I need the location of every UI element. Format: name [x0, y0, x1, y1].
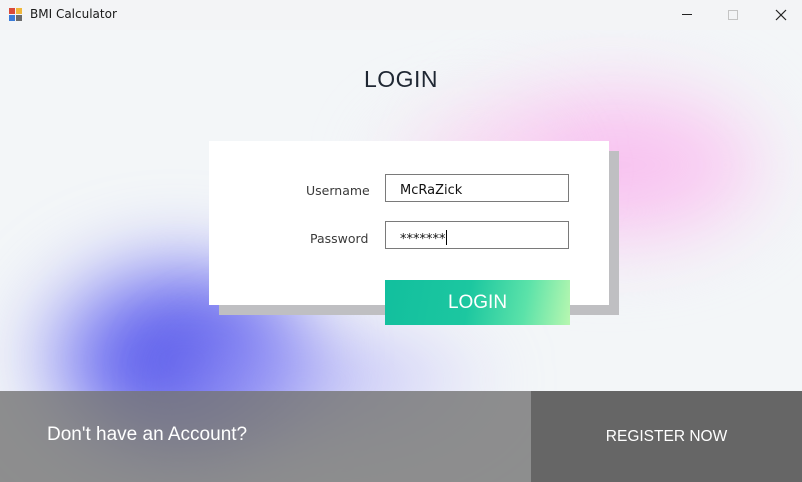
app-window-icon — [9, 8, 23, 22]
register-now-button[interactable]: REGISTER NOW — [531, 391, 802, 482]
login-button[interactable]: LOGIN — [385, 280, 570, 325]
close-icon — [775, 9, 787, 21]
username-value: McRaZick — [400, 183, 463, 198]
minimize-icon — [682, 14, 692, 15]
maximize-icon — [728, 10, 738, 20]
register-prompt-text: Don't have an Account? — [47, 424, 248, 445]
register-prompt-panel: Don't have an Account? — [0, 391, 531, 482]
form-content: LOGIN Username McRaZick Password *******… — [0, 30, 802, 482]
password-label: Password — [310, 231, 369, 246]
minimize-button[interactable] — [664, 0, 710, 30]
username-label: Username — [306, 183, 370, 198]
text-caret — [445, 230, 447, 245]
page-title: LOGIN — [363, 66, 439, 92]
app-window: BMI Calculator LOGIN Username McRaZick P… — [0, 0, 802, 482]
title-bar[interactable]: BMI Calculator — [0, 0, 802, 30]
window-title: BMI Calculator — [30, 7, 117, 21]
username-input[interactable]: McRaZick — [385, 174, 569, 202]
password-value: ******* — [400, 232, 446, 247]
password-input[interactable]: ******* — [385, 221, 569, 249]
maximize-button[interactable] — [710, 0, 756, 30]
close-button[interactable] — [756, 0, 802, 30]
